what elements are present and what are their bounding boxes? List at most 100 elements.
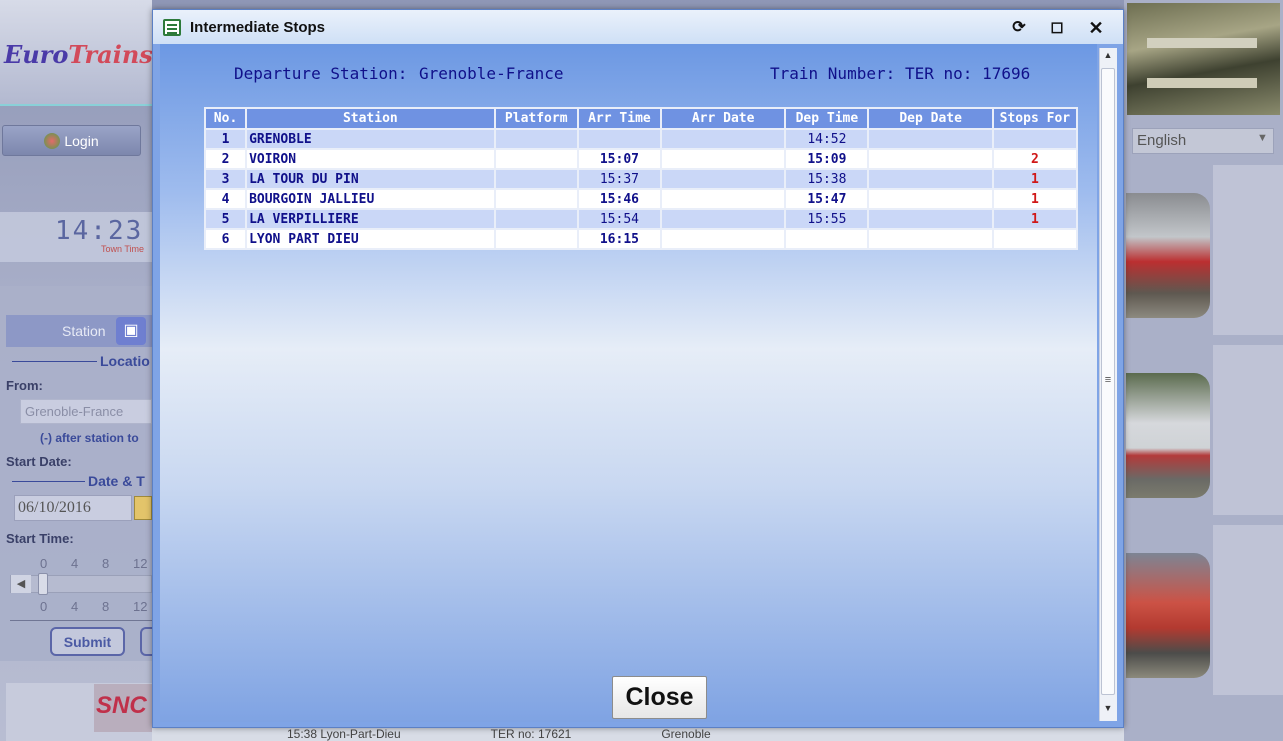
start-time-slider[interactable] [10,575,152,593]
stops-table: No. Station Platform Arr Time Arr Date D… [204,107,1078,250]
stop-number: 4 [206,190,246,208]
user-icon [44,132,61,149]
start-time-label: Start Time: [6,531,74,546]
stop-arr-date [662,150,785,168]
eurotrains-logo: EuroTrains [4,40,153,69]
stop-duration: 1 [993,210,1076,228]
stop-number: 2 [206,150,246,168]
stop-platform [495,150,577,168]
date-time-heading: Date & T [88,473,145,489]
location-heading: Locatio [100,353,150,369]
stop-arr-time: 15:54 [578,210,661,228]
column-header: Arr Time [578,109,661,128]
result-station: Grenoble [661,726,711,741]
stop-platform [495,170,577,188]
stop-dep-date [869,230,992,248]
maximize-icon[interactable]: ◻ [1048,19,1066,37]
stop-dep-time: 15:55 [786,210,868,228]
list-window-icon [163,18,181,36]
submit-label: Submit [63,633,112,650]
stop-arr-date [662,210,785,228]
from-label: From: [6,378,43,393]
language-select[interactable]: English [1132,128,1274,154]
station-tab-label: Station [62,323,106,339]
table-header-row: No. Station Platform Arr Time Arr Date D… [206,109,1076,128]
stop-number: 6 [206,230,246,248]
slider-handle[interactable] [38,573,48,595]
tick-label: 4 [71,599,79,614]
table-row: 1 GRENOBLE 14:52 [206,130,1076,148]
stop-duration: 1 [993,170,1076,188]
scroll-up-icon[interactable]: ▲ [1099,50,1117,66]
stop-arr-time: 15:07 [578,150,661,168]
stop-arr-time: 16:15 [578,230,661,248]
stop-arr-date [662,190,785,208]
result-time: 15:38 Lyon-Part-Dieu [287,726,401,741]
column-header: Station [247,109,494,128]
stop-dep-date [869,130,992,148]
train-icon: ▣ [116,317,146,345]
stop-number: 5 [206,210,246,228]
close-button[interactable]: Close [612,676,707,719]
stop-station: VOIRON [247,150,494,168]
departure-label: Departure Station: [234,64,408,83]
dialog-title-bar[interactable]: Intermediate Stops ⟳ ◻ ✕ [153,10,1123,44]
stop-number: 1 [206,130,246,148]
divider [12,361,97,362]
from-input[interactable]: Grenoble-France [20,399,152,424]
stop-arr-time: 15:46 [578,190,661,208]
stop-station: BOURGOIN JALLIEU [247,190,494,208]
restore-icon[interactable]: ⟳ [1010,19,1028,37]
stop-arr-date [662,130,785,148]
clock-time: 14:23 [55,216,144,246]
stop-duration [993,130,1076,148]
stop-station: LYON PART DIEU [247,230,494,248]
train-number-label: Train Number: [770,64,896,83]
stop-dep-time [786,230,868,248]
stop-dep-time: 15:47 [786,190,868,208]
results-row-partial: 15:38 Lyon-Part-Dieu TER no: 17621 Greno… [152,726,1124,741]
stop-station: LA VERPILLIERE [247,210,494,228]
result-train: TER no: 17621 [490,726,572,741]
column-header: Arr Date [662,109,785,128]
submit-button[interactable]: Submit [50,627,125,656]
scroll-down-icon[interactable]: ▼ [1099,703,1117,719]
table-row: 5 LA VERPILLIERE 15:54 15:55 1 [206,210,1076,228]
stop-duration: 1 [993,190,1076,208]
close-button-label: Close [625,683,694,711]
stop-duration [993,230,1076,248]
calendar-icon[interactable] [134,496,152,520]
chevron-left-icon[interactable]: ◀ [11,575,31,593]
start-date-label: Start Date: [6,454,72,469]
divider [10,620,152,621]
logo-part2: Trains [68,40,153,69]
table-row: 4 BOURGOIN JALLIEU 15:46 15:47 1 [206,190,1076,208]
start-date-input[interactable]: 06/10/2016 [14,495,132,521]
column-header: Platform [495,109,577,128]
intermediate-stops-dialog: Intermediate Stops ⟳ ◻ ✕ ▲ ≡ ▼ Departure… [152,9,1124,728]
stop-dep-date [869,150,992,168]
stop-arr-time: 15:37 [578,170,661,188]
stop-duration: 2 [993,150,1076,168]
tick-label: 4 [71,556,79,571]
column-header: Stops For [993,109,1076,128]
stop-platform [495,230,577,248]
login-button[interactable]: Login [2,125,141,156]
promo-panel [1213,525,1283,695]
train-image[interactable] [1126,373,1210,498]
stop-station: GRENOBLE [247,130,494,148]
tick-label: 8 [102,599,110,614]
dialog-title: Intermediate Stops [190,18,326,36]
train-image[interactable] [1126,553,1210,678]
column-header: No. [206,109,246,128]
stop-dep-date [869,170,992,188]
divider [12,481,85,482]
clock-subtitle: Town Time [101,244,145,254]
tick-label: 0 [40,556,48,571]
stop-dep-date [869,190,992,208]
after-station-note: (-) after station to [40,431,139,445]
train-image[interactable] [1126,193,1210,318]
close-icon[interactable]: ✕ [1087,19,1105,37]
sncf-logo: SNC [94,684,152,732]
chevron-down-icon[interactable]: ▼ [1257,132,1268,144]
